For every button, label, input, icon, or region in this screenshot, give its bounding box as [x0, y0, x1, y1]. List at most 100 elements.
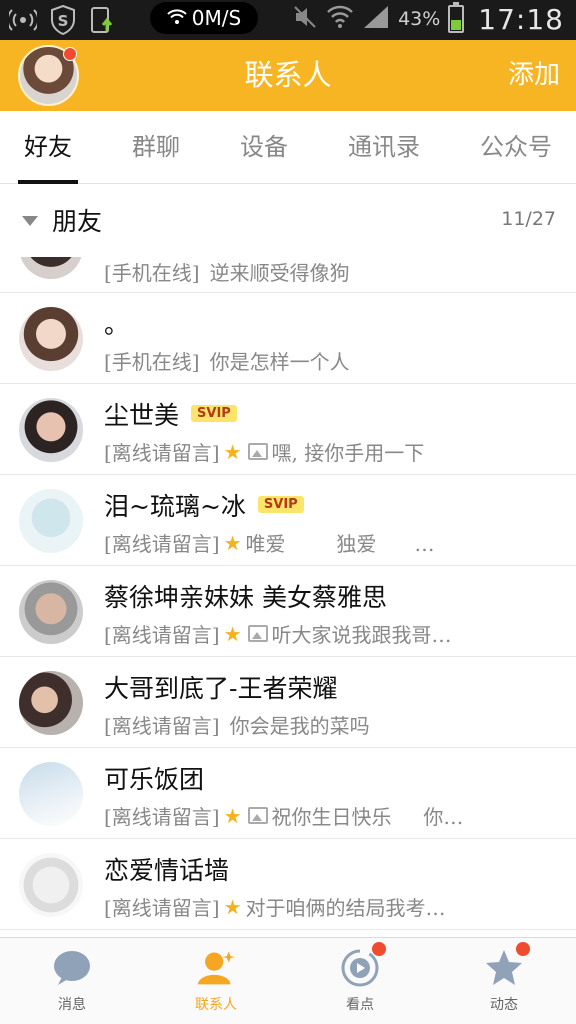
nav-contacts[interactable]: 联系人 [144, 938, 288, 1024]
online-status: [离线请留言] [104, 805, 220, 829]
notification-dot [516, 942, 530, 956]
contact-status-line: [离线请留言] ★ 听大家说我跟我哥… [104, 619, 452, 648]
avatar[interactable] [19, 853, 83, 917]
message-icon [52, 948, 92, 988]
status-bar: S 0M/S 43% 17:18 [0, 0, 576, 40]
tab-2[interactable]: 设备 [240, 111, 288, 184]
contact-row[interactable]: 泪~琉璃~冰 SVIP [离线请留言] ★ 唯爱 独爱 … [0, 475, 576, 566]
nav-label: 看点 [346, 997, 374, 1013]
contact-status-line: [离线请留言] ★ 祝你生日快乐 你… [104, 801, 463, 830]
contact-status-line: [离线请留言] ★ 嘿, 接你手用一下 [104, 437, 424, 466]
speed-text: 0M/S [191, 6, 242, 30]
nav-message[interactable]: 消息 [0, 938, 144, 1024]
contact-name: 泪~琉璃~冰 SVIP [104, 487, 304, 523]
avatar[interactable] [19, 307, 83, 371]
star-icon: ★ [223, 439, 242, 464]
contact-tabs: 好友 群聊 设备 通讯录 公众号 [0, 111, 576, 184]
contact-row[interactable]: [手机在线] 逆来顺受得像狗 [0, 257, 576, 293]
clock: 17:18 [478, 2, 564, 36]
contact-status-line: [离线请留言] 你会是我的菜吗 [104, 710, 370, 739]
network-speed: 0M/S [150, 2, 258, 34]
contact-row[interactable]: 大哥到底了-王者荣耀 [离线请留言] 你会是我的菜吗 [0, 657, 576, 748]
online-status: [离线请留言] [104, 714, 220, 738]
bottom-nav: 消息 联系人 看点 动态 [0, 937, 576, 1024]
online-status: [离线请留言] [104, 441, 220, 465]
nav-star[interactable]: 动态 [432, 938, 576, 1024]
image-icon [247, 625, 268, 642]
contact-name-text: 蔡徐坤亲妹妹 美女蔡雅思 [104, 583, 387, 612]
contact-name-text: 。 [104, 310, 130, 339]
contact-name-text: 恋爱情话墙 [104, 856, 230, 885]
battery-icon [448, 2, 465, 33]
contact-name-text: 尘世美 [104, 401, 180, 430]
notification-dot [372, 942, 386, 956]
avatar[interactable] [19, 489, 83, 553]
wifi-icon [167, 6, 187, 30]
tab-0[interactable]: 好友 [18, 111, 78, 184]
online-status: [离线请留言] [104, 896, 220, 920]
nav-play[interactable]: 看点 [288, 938, 432, 1024]
wifi-signal-icon [326, 4, 354, 34]
image-icon [247, 443, 268, 460]
contact-row[interactable]: 可乐饭团 [离线请留言] ★ 祝你生日快乐 你… [0, 748, 576, 839]
nav-label: 消息 [58, 997, 86, 1013]
contact-name-text: 可乐饭团 [104, 765, 205, 794]
star-icon: ★ [223, 894, 242, 919]
tab-1[interactable]: 群聊 [132, 111, 180, 184]
contact-row[interactable]: 恋爱情话墙 [离线请留言] ★ 对于咱俩的结局我考… [0, 839, 576, 930]
signature-text: 听大家说我跟我哥… [271, 623, 452, 647]
contact-row[interactable]: 尘世美 SVIP [离线请留言] ★ 嘿, 接你手用一下 [0, 384, 576, 475]
group-name: 朋友 [52, 207, 103, 236]
collapse-triangle-icon [22, 216, 38, 226]
signature-text: 嘿, 接你手用一下 [271, 441, 425, 465]
svip-badge: SVIP [191, 405, 237, 422]
contact-list[interactable]: [手机在线] 逆来顺受得像狗。 [手机在线] 你是怎样一个人尘世美 SVIP [离线请留言… [0, 257, 576, 937]
hotspot-icon [8, 5, 38, 35]
nav-label: 联系人 [195, 997, 237, 1013]
contact-row[interactable]: 。 [手机在线] 你是怎样一个人 [0, 293, 576, 384]
contact-name-text: 大哥到底了-王者荣耀 [104, 674, 338, 703]
add-button[interactable]: 添加 [508, 54, 560, 91]
contacts-icon [196, 948, 236, 988]
svip-badge: SVIP [257, 496, 304, 513]
contact-name: 可乐饭团 [104, 760, 204, 796]
avatar[interactable] [19, 762, 83, 826]
signature-text: 你会是我的菜吗 [229, 714, 370, 738]
contact-status-line: [手机在线] 你是怎样一个人 [104, 346, 350, 375]
online-status: [离线请留言] [104, 532, 220, 556]
avatar[interactable] [19, 580, 83, 644]
contact-status-line: [离线请留言] ★ 唯爱 独爱 … [104, 528, 435, 557]
page-title: 联系人 [244, 58, 332, 92]
star-icon: ★ [223, 803, 242, 828]
signature-text: 唯爱 独爱 … [245, 532, 435, 556]
contact-name: 蔡徐坤亲妹妹 美女蔡雅思 [104, 578, 387, 614]
contact-row[interactable]: 蔡徐坤亲妹妹 美女蔡雅思 [离线请留言] ★ 听大家说我跟我哥… [0, 566, 576, 657]
contact-name: 大哥到底了-王者荣耀 [104, 669, 337, 705]
avatar[interactable] [19, 398, 83, 462]
signature-text: 逆来顺受得像狗 [209, 261, 350, 285]
online-status: [离线请留言] [104, 623, 220, 647]
image-icon [247, 807, 268, 824]
star-icon: ★ [223, 621, 242, 646]
contact-name: 。 [104, 305, 129, 341]
avatar[interactable] [19, 671, 83, 735]
avatar[interactable] [19, 257, 83, 279]
tab-4[interactable]: 公众号 [480, 111, 552, 184]
group-header-friends[interactable]: 朋友 11/27 [0, 184, 576, 257]
online-status: [手机在线] [104, 350, 200, 374]
contact-name: 尘世美 SVIP [104, 396, 237, 432]
signature-text: 对于咱俩的结局我考… [245, 896, 446, 920]
signature-text: 祝你生日快乐 你… [271, 805, 464, 829]
tab-3[interactable]: 通讯录 [348, 111, 420, 184]
contact-name: 恋爱情话墙 [104, 851, 229, 887]
group-count: 11/27 [501, 208, 556, 230]
signature-text: 你是怎样一个人 [209, 350, 350, 374]
mute-icon [292, 4, 318, 34]
shield-s-icon: S [48, 5, 78, 35]
contact-name-text: 泪~琉璃~冰 [104, 492, 246, 521]
online-status: [手机在线] [104, 261, 200, 285]
signal-icon [362, 4, 390, 34]
nav-label: 动态 [490, 997, 518, 1013]
app-header: 联系人 添加 [0, 40, 576, 111]
contact-status-line: [手机在线] 逆来顺受得像狗 [104, 257, 350, 286]
